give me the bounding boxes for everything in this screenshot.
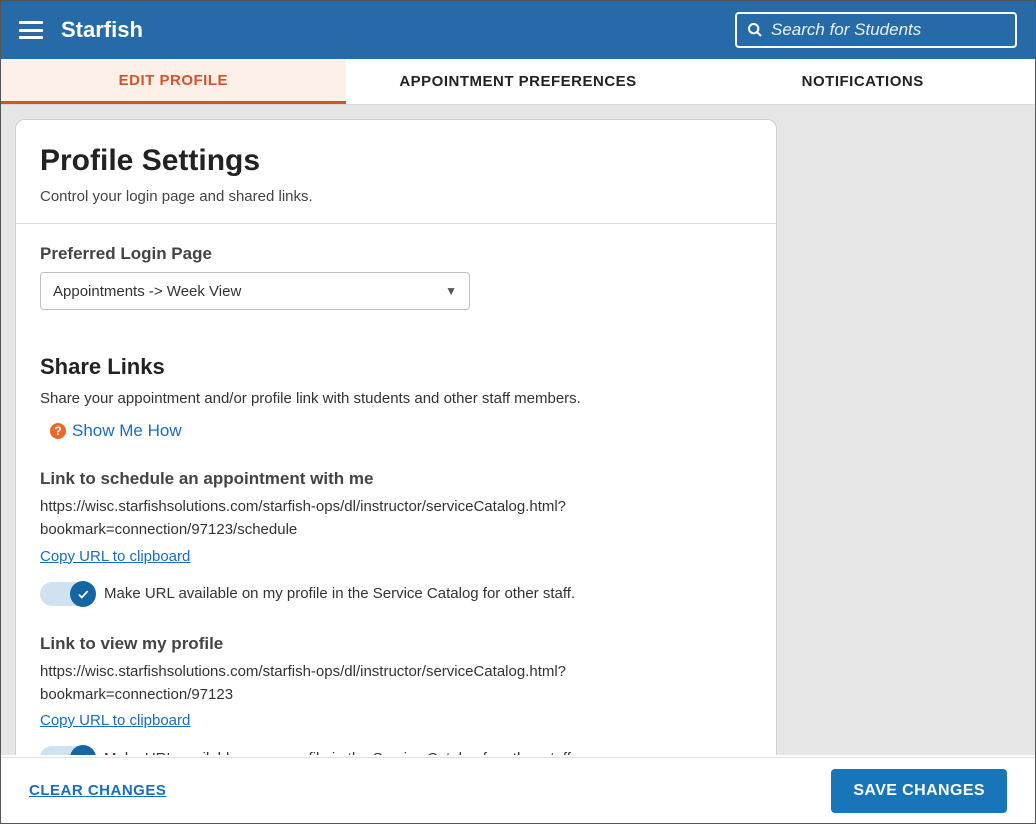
content-area: Profile Settings Control your login page… [1, 105, 1035, 755]
tab-appointment-preferences[interactable]: APPOINTMENT PREFERENCES [346, 59, 691, 104]
topbar-left: Starfish [19, 17, 143, 43]
menu-icon[interactable] [19, 21, 43, 39]
schedule-visibility-toggle[interactable] [40, 582, 94, 606]
schedule-link-label: Link to schedule an appointment with me [40, 469, 752, 489]
copy-schedule-url-link[interactable]: Copy URL to clipboard [40, 548, 190, 565]
copy-profile-url-link[interactable]: Copy URL to clipboard [40, 712, 190, 729]
footer-bar: CLEAR CHANGES SAVE CHANGES [1, 757, 1035, 823]
profile-toggle-label: Make URL available on my profile in the … [104, 750, 575, 756]
show-me-how-link[interactable]: Show Me How [72, 421, 182, 441]
tab-notifications[interactable]: NOTIFICATIONS [690, 59, 1035, 104]
profile-link-label: Link to view my profile [40, 634, 752, 654]
schedule-toggle-row: Make URL available on my profile in the … [40, 582, 752, 606]
share-links-title: Share Links [40, 354, 752, 380]
help-row: ? Show Me How [50, 421, 752, 441]
clear-changes-button[interactable]: CLEAR CHANGES [29, 782, 166, 799]
schedule-link-url: https://wisc.starfishsolutions.com/starf… [40, 495, 750, 542]
schedule-toggle-label: Make URL available on my profile in the … [104, 585, 575, 602]
tab-edit-profile[interactable]: EDIT PROFILE [1, 59, 346, 104]
chevron-down-icon: ▼ [445, 284, 457, 298]
page-subtitle: Control your login page and shared links… [40, 188, 752, 205]
preferred-login-value: Appointments -> Week View [53, 283, 241, 300]
top-bar: Starfish [1, 1, 1035, 59]
preferred-login-label: Preferred Login Page [40, 244, 752, 264]
check-icon [70, 581, 96, 607]
page-title: Profile Settings [40, 144, 752, 178]
profile-visibility-toggle[interactable] [40, 746, 94, 755]
divider [16, 223, 776, 224]
app-title: Starfish [61, 17, 143, 43]
search-icon [747, 22, 763, 38]
search-input-wrap[interactable] [735, 12, 1017, 48]
profile-link-url: https://wisc.starfishsolutions.com/starf… [40, 660, 750, 707]
search-input[interactable] [771, 20, 1005, 40]
profile-toggle-row: Make URL available on my profile in the … [40, 746, 752, 755]
tabs-bar: EDIT PROFILE APPOINTMENT PREFERENCES NOT… [1, 59, 1035, 105]
share-links-desc: Share your appointment and/or profile li… [40, 390, 752, 407]
save-changes-button[interactable]: SAVE CHANGES [831, 769, 1007, 813]
help-icon: ? [50, 423, 66, 439]
check-icon [70, 745, 96, 755]
profile-settings-card: Profile Settings Control your login page… [15, 119, 777, 755]
preferred-login-select[interactable]: Appointments -> Week View ▼ [40, 272, 470, 310]
